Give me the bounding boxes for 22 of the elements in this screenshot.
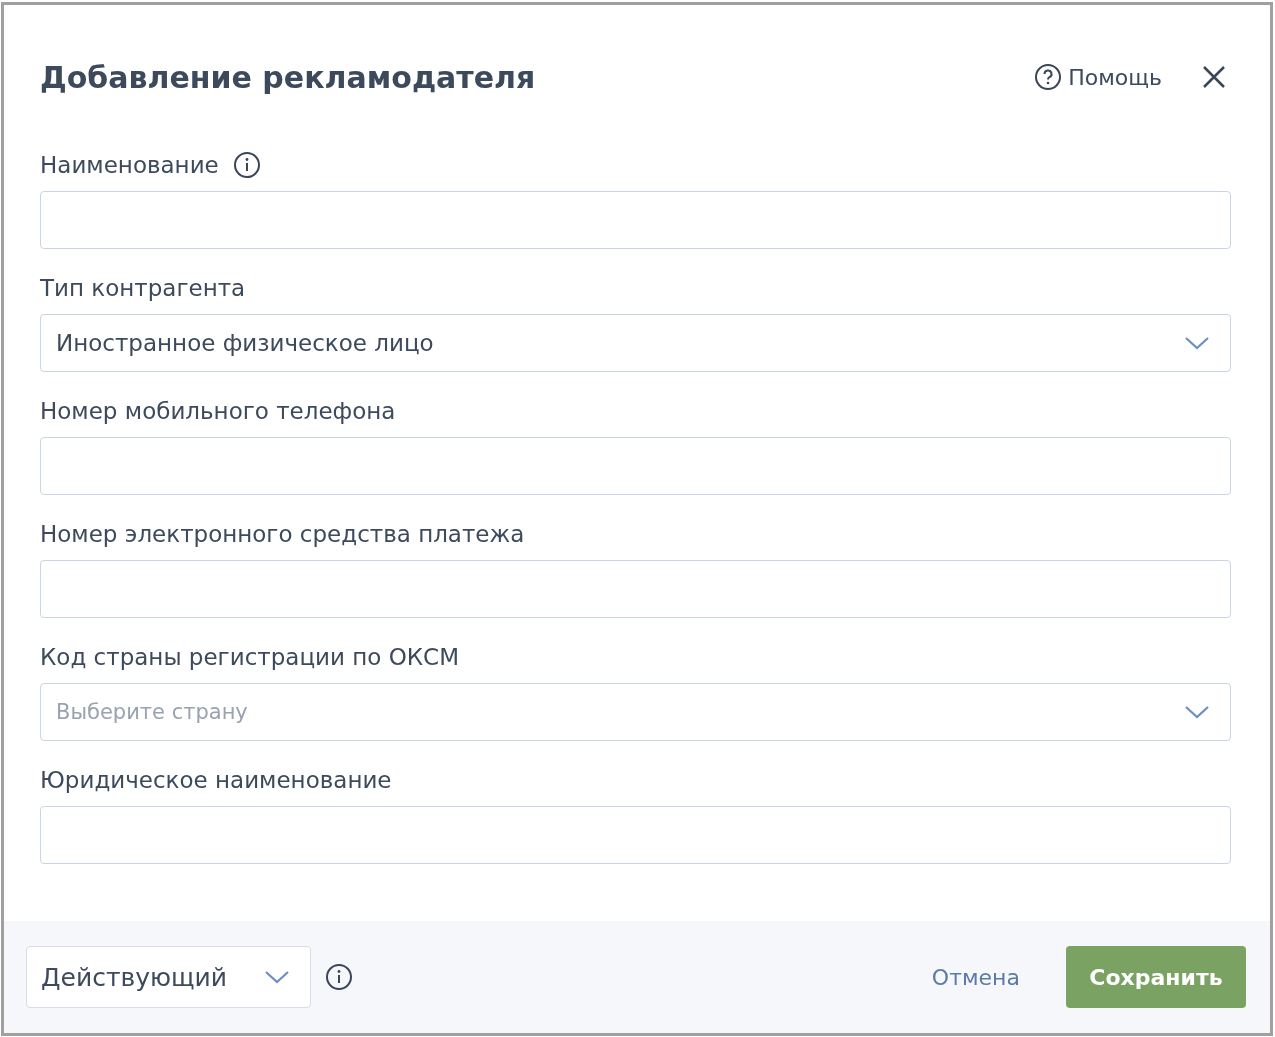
cancel-button[interactable]: Отмена (925, 963, 1026, 991)
help-link[interactable]: Помощь (1034, 63, 1162, 91)
text-field[interactable] (40, 191, 1231, 249)
help-icon (1034, 63, 1063, 91)
chevron-icon (1184, 704, 1210, 720)
text-field[interactable] (40, 560, 1231, 618)
field-label: Юридическое наименование (40, 767, 392, 793)
field-label: Код страны регистрации по ОКСМ (40, 644, 459, 670)
chevron-icon (264, 969, 290, 985)
close-icon[interactable] (1202, 65, 1226, 89)
info-icon[interactable] (325, 963, 353, 991)
text-field[interactable] (40, 437, 1231, 495)
select-field[interactable]: Иностранное физическое лицо (40, 314, 1231, 372)
text-field[interactable] (40, 806, 1231, 864)
dialog-title: Добавление рекламодателя (40, 59, 537, 95)
info-icon[interactable] (232, 151, 261, 179)
status-select[interactable]: Действующий (26, 946, 311, 1008)
field-label: Номер мобильного телефона (40, 398, 396, 424)
field-label: Наименование (40, 152, 219, 178)
field-label: Номер электронного средства платежа (40, 521, 525, 547)
chevron-icon (1184, 335, 1210, 351)
field-label: Тип контрагента (40, 275, 246, 301)
